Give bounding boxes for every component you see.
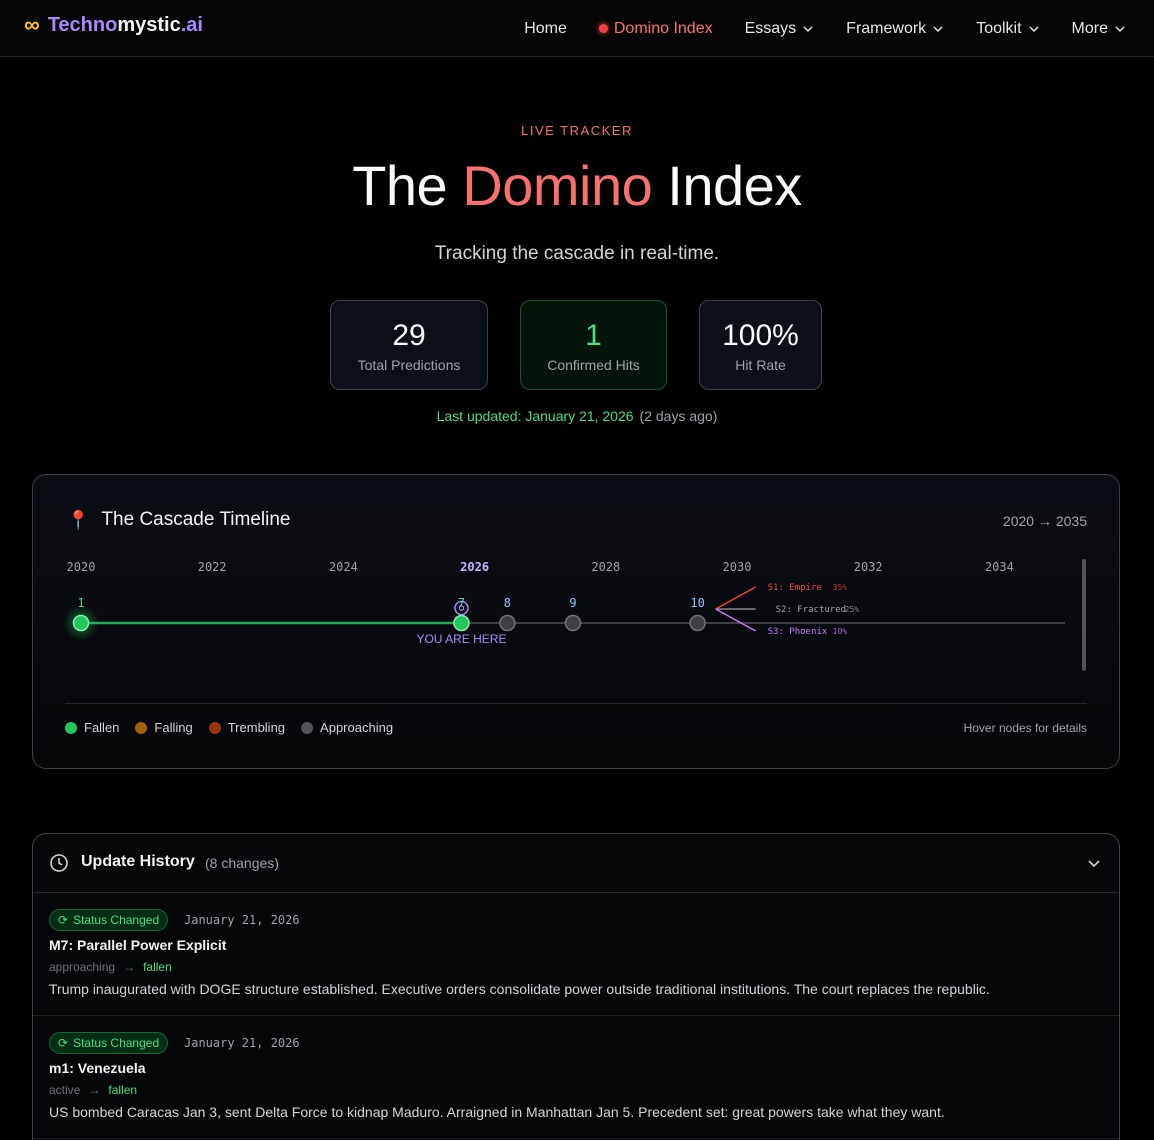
stat-hit-rate: 100% Hit Rate — [699, 300, 822, 390]
node-label: 8 — [504, 596, 511, 610]
year-tick-label: 2020 — [67, 560, 96, 574]
legend-item: Approaching — [301, 720, 393, 735]
legend-label: Trembling — [227, 720, 286, 735]
entry-date: January 21, 2026 — [184, 913, 300, 927]
nav-essays[interactable]: Essays — [745, 20, 815, 38]
site-logo[interactable]: ∞ Technomystic.ai — [24, 12, 203, 38]
timeline-node — [453, 614, 470, 632]
entry-title: m1: Venezuela — [49, 1060, 146, 1076]
scenario-branch — [715, 586, 756, 610]
chevron-down-icon — [1115, 25, 1125, 32]
nav-more[interactable]: More — [1072, 20, 1126, 38]
update-history-panel: Update History (8 changes) ⟳ Status Chang… — [32, 833, 1120, 1140]
stat-label: Hit Rate — [735, 357, 786, 373]
legend-label: Fallen — [84, 720, 120, 735]
refresh-icon: ⟳ — [58, 913, 69, 927]
clock-icon — [50, 854, 68, 872]
legend-item: Falling — [135, 720, 193, 735]
infinity-icon: ∞ — [24, 12, 40, 37]
stat-label: Confirmed Hits — [547, 357, 640, 373]
nav-toolkit[interactable]: Toolkit — [976, 20, 1039, 38]
hover-hint: Hover nodes for details — [963, 721, 1087, 735]
divider — [65, 703, 1087, 704]
stat-confirmed-hits: 1 Confirmed Hits — [520, 300, 667, 390]
refresh-icon: ⟳ — [58, 1036, 69, 1050]
year-tick-label: 2032 — [854, 560, 883, 574]
timeline-scrollbar[interactable] — [1082, 559, 1086, 671]
timeline-node — [564, 614, 582, 632]
scenario-label: S1: Empire — [768, 583, 822, 593]
arrow-right-icon: → — [123, 960, 136, 974]
scenario-percent: 25% — [845, 605, 860, 614]
legend-dot-icon — [65, 721, 77, 734]
you-are-here-label: YOU ARE HERE — [416, 632, 506, 646]
cascade-timeline-card: 📍 The Cascade Timeline 2020 → 2035 2020 2… — [32, 474, 1120, 769]
year-tick-label: 2030 — [723, 560, 752, 574]
node-label: 1 — [77, 596, 84, 610]
stat-value: 29 — [392, 319, 426, 352]
nav-domino-index[interactable]: Domino Index — [598, 20, 713, 38]
status-badge: ⟳ Status Changed — [49, 909, 169, 931]
stat-value: 100% — [722, 319, 799, 352]
logo-text: Technomystic.ai — [47, 13, 203, 36]
year-tick-label: 2022 — [198, 560, 227, 574]
arrow-right-icon: → — [88, 1083, 101, 1097]
scenario-percent: 35% — [833, 583, 848, 592]
live-dot-icon — [598, 24, 608, 33]
update-history-count: (8 changes) — [205, 855, 279, 871]
entry-description: Trump inaugurated with DOGE structure es… — [49, 981, 990, 997]
update-history-header[interactable]: Update History (8 changes) — [33, 834, 1119, 893]
node-label: 9 — [569, 596, 576, 610]
entry-transition: active → fallen — [49, 1083, 138, 1097]
year-tick-label: 2028 — [591, 560, 620, 574]
page-title: The Domino Index — [352, 154, 802, 217]
legend-item: Trembling — [208, 720, 286, 735]
history-entry: ⟳ Status Changed January 21, 2026 m1: Ven… — [33, 1016, 1119, 1139]
history-entry: ⟳ Status Changed January 21, 2026 M7: Par… — [33, 893, 1119, 1016]
entry-transition: approaching → fallen — [49, 960, 172, 974]
live-tracker-eyebrow: LIVE TRACKER — [521, 123, 633, 138]
timeline-node — [689, 614, 706, 632]
nav-home[interactable]: Home — [524, 20, 567, 38]
scenario-label: S2: Fractured — [776, 605, 846, 615]
chevron-down-icon — [1029, 25, 1039, 32]
chevron-down-icon — [803, 25, 813, 32]
timeline-legend: Fallen Falling Trembling Approaching — [65, 720, 393, 735]
last-updated: Last updated: January 21, 2026 (2 days ag… — [436, 408, 718, 424]
update-history-title: Update History — [81, 853, 195, 870]
stat-label: Total Predictions — [357, 357, 461, 373]
legend-dot-icon — [208, 721, 221, 734]
legend-dot-icon — [301, 721, 314, 734]
timeline-node — [72, 614, 90, 632]
timeline-node — [499, 614, 516, 632]
year-tick-label: 2026 — [460, 560, 489, 574]
legend-label: Falling — [154, 720, 193, 735]
scenario-label: S3: Phoenix — [768, 627, 828, 637]
scenario-branch — [715, 608, 756, 632]
year-tick-label: 2034 — [985, 560, 1014, 574]
entry-description: US bombed Caracas Jan 3, sent Delta Forc… — [49, 1104, 945, 1120]
stat-total-predictions: 29 Total Predictions — [330, 300, 488, 390]
entry-date: January 21, 2026 — [184, 1036, 300, 1050]
legend-item: Fallen — [65, 720, 119, 735]
scenario-percent: 10% — [833, 627, 848, 636]
year-tick-label: 2024 — [329, 560, 358, 574]
stat-value: 1 — [585, 319, 602, 352]
node-label: 10 — [690, 596, 704, 610]
chevron-down-icon[interactable] — [1087, 856, 1101, 870]
nav-framework[interactable]: Framework — [846, 20, 944, 38]
legend-label: Approaching — [320, 720, 394, 735]
legend-dot-icon — [135, 721, 148, 734]
top-nav: ∞ Technomystic.ai Home Domino Index Essa… — [0, 0, 1154, 57]
status-badge: ⟳ Status Changed — [49, 1032, 169, 1054]
timeline-chart: 2020 2022 2024 2026 2028 2030 2032 2034 S1: Empi… — [63, 560, 1065, 646]
chevron-down-icon — [933, 25, 943, 32]
page-subtitle: Tracking the cascade in real-time. — [434, 243, 720, 264]
entry-title: M7: Parallel Power Explicit — [49, 937, 227, 953]
